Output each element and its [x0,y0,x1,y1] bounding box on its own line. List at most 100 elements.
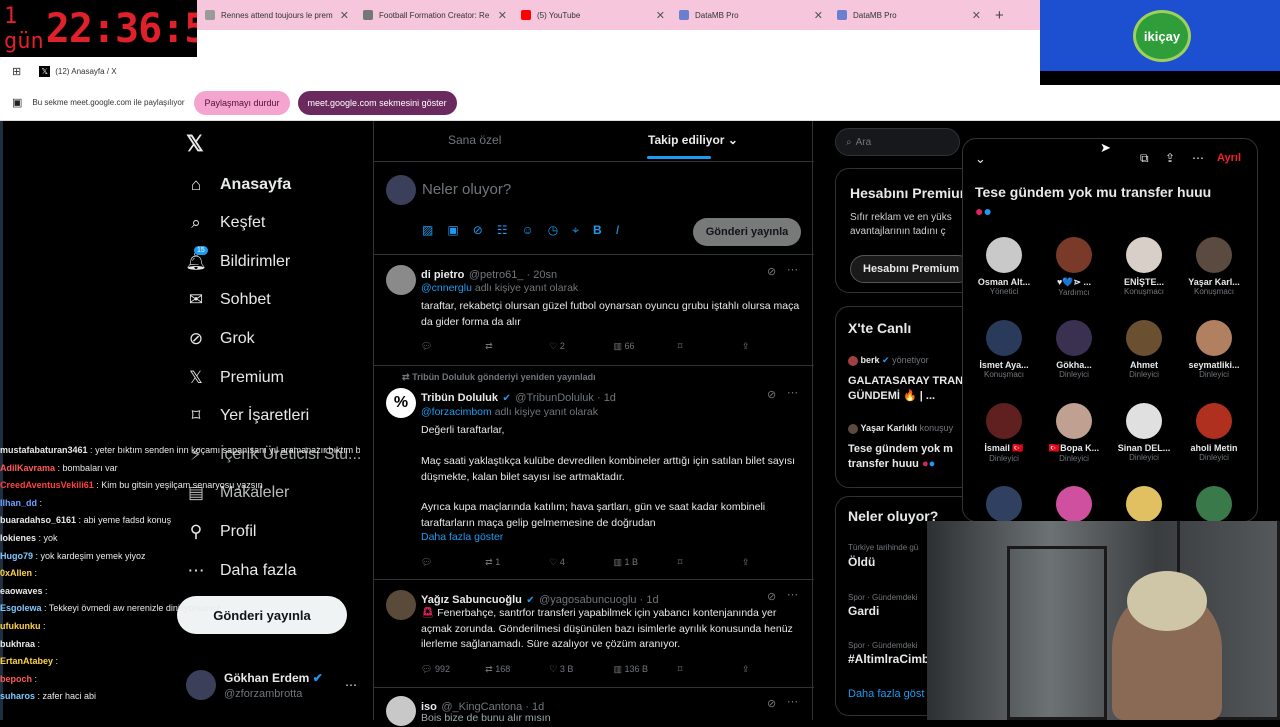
browser-tab[interactable]: Rennes attend toujours le prem ✕ [197,0,355,30]
nav-explore[interactable]: ⌕ Keşfet [186,213,265,233]
space-participant[interactable]: Sinan DEL... Dinleyici [1109,403,1179,462]
reply-icon[interactable]: 💬︎ [421,557,485,568]
views-button[interactable]: ▥ 66 [614,341,678,352]
space-participant[interactable] [1179,486,1249,526]
grok-icon[interactable]: ⊘ [767,265,776,278]
location-icon[interactable]: ⌖ [572,223,579,238]
tab-for-you[interactable]: Sana özel [448,133,501,147]
live2-host[interactable]: Yaşar Karlıklı konuşuy [848,423,953,434]
stop-sharing-button[interactable]: Paylaşmayı durdur [194,90,290,115]
close-icon[interactable]: ✕ [656,9,665,22]
more-icon[interactable]: ⋯ [787,588,798,601]
browser-tab[interactable]: (5) YouTube ✕ [513,0,671,30]
trend-name[interactable]: #AltimlraCimb [848,652,929,666]
bookmark-icon[interactable]: ⌑ [678,341,742,352]
poll-icon[interactable]: ☷ [497,223,508,238]
live1-host[interactable]: berk ✔ yönetiyor [848,355,929,366]
share-icon[interactable]: ⇪ [742,557,806,568]
reply-button[interactable]: 💬︎ 992 [421,664,485,675]
post-author[interactable]: di pietro [421,269,464,281]
reply-mention[interactable]: @cnnerglu [421,282,472,294]
composer-post-button[interactable]: Gönderi yayınla [693,218,801,246]
space-participant[interactable]: seymatliki... Dinleyici [1179,320,1249,379]
post-avatar[interactable] [386,696,416,726]
share-icon[interactable]: ⇪ [1165,151,1175,165]
more-icon[interactable]: ⋯ [787,695,798,708]
space-participant[interactable]: İsmet Aya... Konuşmacı [969,320,1039,379]
reply-icon[interactable]: 💬︎ [421,341,485,352]
x-logo-icon[interactable]: 𝕏 [186,131,204,157]
space-participant[interactable] [1039,486,1109,526]
show-more-trends-link[interactable]: Daha fazla göst [848,688,924,700]
post-author[interactable]: Yağız Sabuncuoğlu [421,594,522,606]
space-participant[interactable]: Yaşar Karl... Konuşmacı [1179,237,1249,296]
space-participant[interactable]: İsmail 🇹🇷 Dinleyici [969,403,1039,463]
space-participant[interactable]: Osman Alt... Yönetici [969,237,1039,296]
post[interactable]: iso @_KingCantona · 1d ⊘ ⋯ Bois bize de … [374,687,814,727]
like-button[interactable]: ♡ 4 [549,557,613,568]
italic-icon[interactable]: I [616,223,619,238]
repost-icon[interactable]: ⇄ [485,341,549,352]
views-button[interactable]: ▥ 1 B [614,557,678,568]
grok-icon[interactable]: ⊘ [767,590,776,603]
image-icon[interactable]: ▨ [422,223,433,238]
more-icon[interactable]: ⋯ [787,263,798,276]
more-icon[interactable]: ⋯ [1192,151,1204,165]
close-icon[interactable]: ✕ [340,9,349,22]
live1-space-title[interactable]: GALATASARAY TRANS GÜNDEMİ 🔥 | ... [848,374,973,404]
apps-grid-icon[interactable]: ⊞ [12,65,21,78]
minimize-icon[interactable]: ⧉ [1140,151,1149,166]
schedule-icon[interactable]: ◷ [548,223,558,238]
space-participant[interactable]: 🇹🇷Bopa K... Dinleyici [1039,403,1109,463]
like-button[interactable]: ♡ 3 B [549,664,613,675]
nav-notifications[interactable]: 🔔︎ 15 Bildirimler [185,246,290,272]
space-participant[interactable] [969,486,1039,526]
bookmark-icon[interactable]: ⌑ [678,664,742,675]
grok-icon[interactable]: ⊘ [767,388,776,401]
space-participant[interactable]: Gökha... Dinleyici [1039,320,1109,379]
share-icon[interactable]: ⇪ [742,341,806,352]
space-participant[interactable]: ♥💙⋗ ... Yardımcı [1039,237,1109,297]
post[interactable]: Yağız Sabuncuoğlu ✔ @yagosabuncuoglu · 1… [374,579,814,687]
show-more-link[interactable]: Daha fazla göster [421,530,806,546]
post-author[interactable]: Tribün Doluluk [421,392,498,404]
close-icon[interactable]: ✕ [972,9,981,22]
bold-icon[interactable]: B [593,223,602,238]
bookmark-icon[interactable]: ⌑ [678,557,742,568]
show-meet-tab-button[interactable]: meet.google.com sekmesini göster [297,90,457,115]
composer-input[interactable]: Neler oluyor? [422,181,511,198]
repost-button[interactable]: ⇄ 168 [485,664,549,675]
browser-tab[interactable]: DataMB Pro ✕ [829,0,987,30]
browser-tab[interactable]: DataMB Pro ✕ [671,0,829,30]
emoji-icon[interactable]: ☺ [522,223,534,238]
new-tab-icon[interactable]: + [995,7,1004,24]
nav-premium[interactable]: 𝕏 Premium [186,368,284,388]
space-participant[interactable]: ENİŞTE... Konuşmacı [1109,237,1179,296]
premium-button[interactable]: Hesabını Premium [850,255,972,283]
reply-mention[interactable]: @forzacimbom [421,406,492,418]
space-participant[interactable]: Ahmet Dinleyici [1109,320,1179,379]
post-avatar[interactable] [386,590,416,620]
close-icon[interactable]: ✕ [498,9,507,22]
post[interactable]: ⇄ Tribün Doluluk gönderiyi yeniden yayın… [374,365,814,579]
nav-grok[interactable]: ⊘ Grok [186,329,255,349]
nav-home[interactable]: ⌂ Anasayfa [186,175,291,195]
browser-tab[interactable]: Football Formation Creator: Re ✕ [355,0,513,30]
trend-name[interactable]: Öldü [848,555,875,569]
collapse-chevron-icon[interactable]: ⌄ [975,151,986,167]
gif-icon[interactable]: ▣ [447,223,458,238]
space-participant[interactable] [1109,486,1179,526]
post-avatar[interactable] [386,265,416,295]
repost-button[interactable]: ⇄ 1 [485,557,549,568]
trend-name[interactable]: Gardi [848,604,879,618]
close-icon[interactable]: ✕ [814,9,823,22]
grok-icon[interactable]: ⊘ [473,223,483,238]
leave-button[interactable]: Ayrıl [1217,152,1241,164]
post[interactable]: di pietro @petro61_ · 20sn ⊘ ⋯ @cnnerglu… [374,254,814,365]
search-input[interactable]: ⌕ Ara [835,128,960,156]
nav-chat[interactable]: ✉ Sohbet [186,290,271,310]
nav-bookmarks[interactable]: ⌑ Yer İşaretleri [186,406,310,426]
grok-icon[interactable]: ⊘ [767,697,776,710]
space-participant[interactable]: aholi Metin Dinleyici [1179,403,1249,462]
like-button[interactable]: ♡ 2 [549,341,613,352]
